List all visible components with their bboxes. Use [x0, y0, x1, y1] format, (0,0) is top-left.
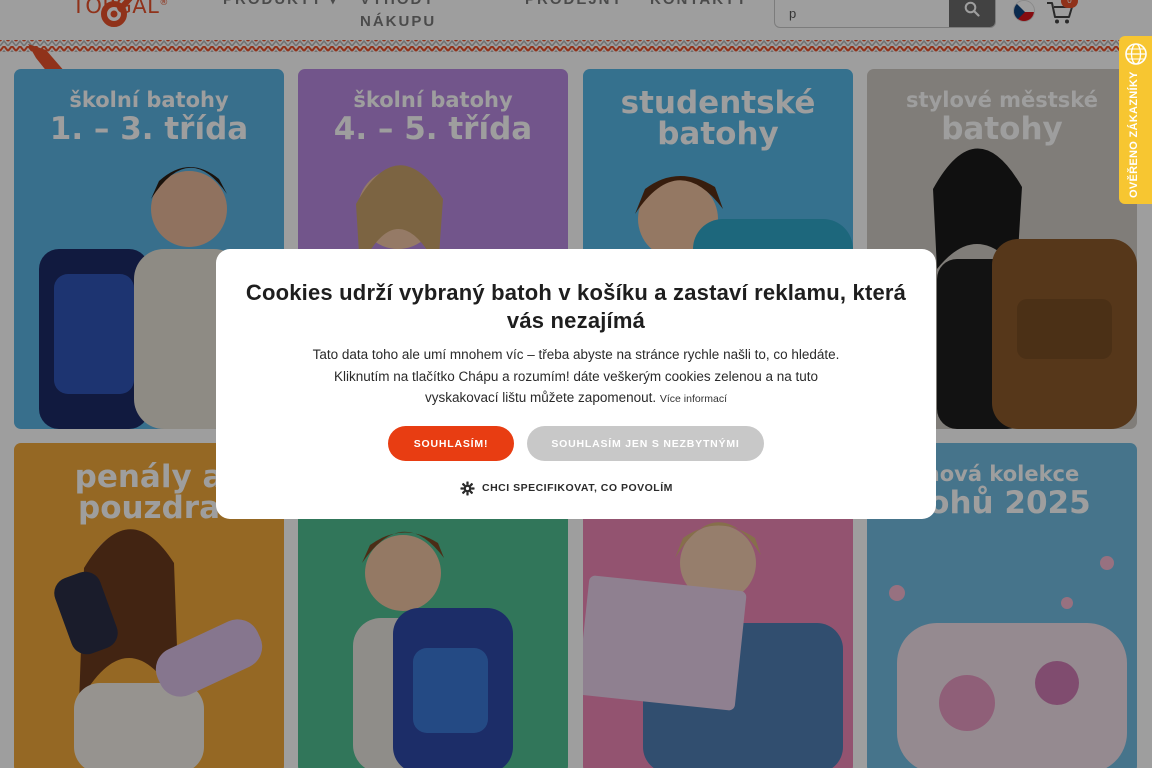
- cookie-modal-text: Tato data toho ale umí mnohem víc – třeb…: [296, 344, 856, 411]
- cookie-consent-modal: Cookies udrží vybraný batoh v košíku a z…: [216, 249, 936, 519]
- verified-label: OVĚŘENO ZÁKAZNÍKY: [1128, 71, 1140, 198]
- accept-necessary-button[interactable]: SOUHLASÍM JEN S NEZBYTNÝMI: [527, 426, 764, 461]
- cookie-modal-body: Tato data toho ale umí mnohem víc – třeb…: [312, 347, 840, 405]
- specify-cookies-button[interactable]: CHCI SPECIFIKOVAT, CO POVOLÍM: [460, 478, 673, 498]
- more-info-link[interactable]: Více informací: [660, 393, 727, 405]
- cookie-modal-title: Cookies udrží vybraný batoh v košíku a z…: [245, 280, 907, 333]
- specify-cookies-label: CHCI SPECIFIKOVAT, CO POVOLÍM: [482, 482, 673, 494]
- gear-icon: [460, 480, 475, 496]
- accept-all-button[interactable]: SOUHLASÍM!: [388, 426, 514, 461]
- verified-customers-badge[interactable]: OVĚŘENO ZÁKAZNÍKY: [1119, 36, 1152, 204]
- globe-icon: [1125, 43, 1147, 65]
